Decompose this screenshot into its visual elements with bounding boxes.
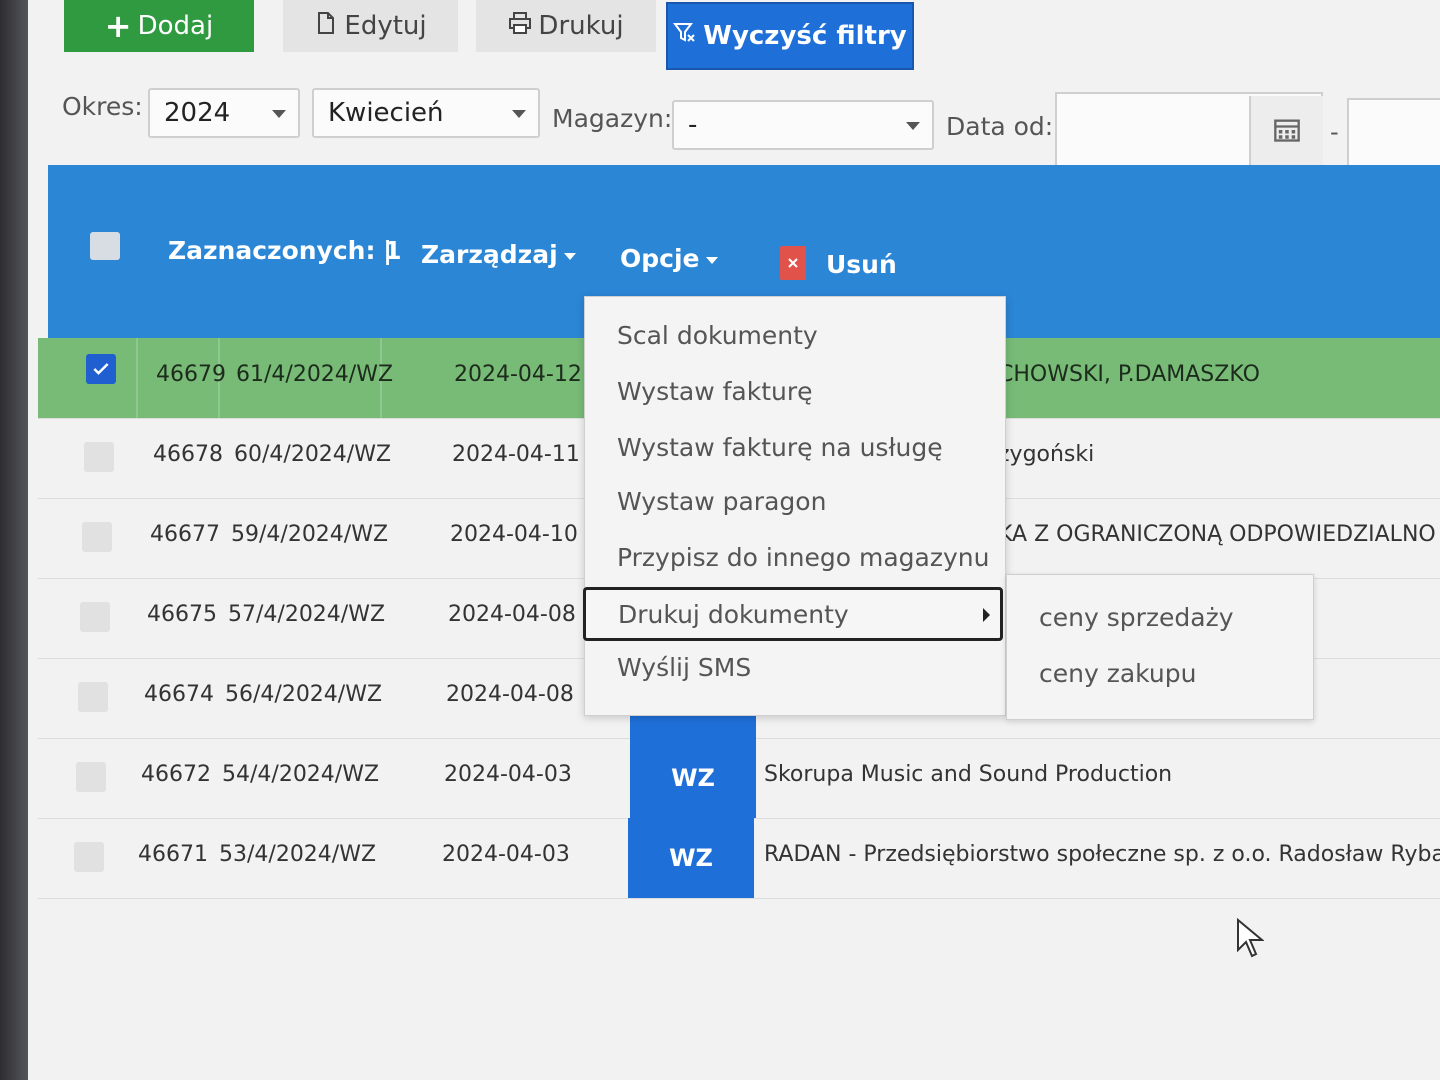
chevron-down-icon bbox=[906, 122, 920, 130]
print-submenu: ceny sprzedaży ceny zakupu bbox=[1006, 574, 1314, 720]
row-checkbox[interactable] bbox=[74, 842, 104, 872]
selected-count: Zaznaczonych: 1 bbox=[168, 236, 402, 265]
menu-item-issue-invoice[interactable]: Wystaw fakturę bbox=[617, 377, 813, 406]
doc-type-badge: WZ bbox=[630, 738, 756, 818]
row-id: 46679 bbox=[156, 362, 226, 387]
row-date: 2024-04-11 bbox=[452, 442, 580, 467]
date-from-label: Data od: bbox=[946, 112, 1054, 141]
warehouse-select-value: - bbox=[688, 110, 698, 140]
chevron-down-icon bbox=[512, 110, 526, 118]
trash-icon[interactable] bbox=[780, 246, 806, 280]
row-client: CHOWSKI, P.DAMASZKO bbox=[998, 362, 1260, 387]
menu-item-assign-warehouse[interactable]: Przypisz do innego magazynu bbox=[617, 543, 989, 572]
row-date: 2024-04-12 bbox=[454, 362, 582, 387]
plus-icon: + bbox=[104, 7, 132, 45]
submenu-item-sale-prices[interactable]: ceny sprzedaży bbox=[1039, 603, 1234, 632]
manage-dropdown[interactable]: Zarządzaj bbox=[421, 240, 576, 269]
options-label: Opcje bbox=[620, 244, 700, 273]
warehouse-label: Magazyn: bbox=[552, 104, 673, 133]
clear-filters-button[interactable]: Wyczyść filtry bbox=[666, 2, 914, 70]
delete-button[interactable]: Usuń bbox=[826, 250, 897, 279]
row-id: 46674 bbox=[144, 682, 214, 707]
row-checkbox[interactable] bbox=[86, 354, 116, 384]
row-client: RADAN - Przedsiębiorstwo społeczne sp. z… bbox=[764, 842, 1440, 867]
menu-item-print-documents[interactable]: Drukuj dokumenty bbox=[583, 587, 1003, 641]
manage-label: Zarządzaj bbox=[421, 240, 558, 269]
row-client: zygoński bbox=[998, 442, 1095, 467]
print-button[interactable]: Drukuj bbox=[476, 0, 656, 52]
row-id: 46678 bbox=[153, 442, 223, 467]
row-number: 60/4/2024/WZ bbox=[234, 442, 392, 467]
row-date: 2024-04-08 bbox=[446, 682, 574, 707]
screen-bezel bbox=[0, 0, 28, 1080]
edit-button-label: Edytuj bbox=[344, 11, 427, 41]
mouse-cursor-icon bbox=[1236, 917, 1265, 962]
select-all-checkbox[interactable] bbox=[90, 232, 120, 260]
options-menu: Scal dokumenty Wystaw fakturę Wystaw fak… bbox=[583, 296, 1006, 716]
row-checkbox[interactable] bbox=[84, 442, 114, 472]
row-number: 59/4/2024/WZ bbox=[231, 522, 389, 547]
document-icon bbox=[314, 11, 338, 42]
row-date: 2024-04-10 bbox=[450, 522, 578, 547]
row-client: KA Z OGRANICZONĄ ODPOWIEDZIALNO bbox=[998, 522, 1436, 547]
date-range-separator: - bbox=[1330, 118, 1339, 146]
row-checkbox[interactable] bbox=[76, 762, 106, 792]
row-date: 2024-04-03 bbox=[444, 762, 572, 787]
doc-type-badge: WZ bbox=[628, 818, 754, 898]
table-row[interactable]: 46671 53/4/2024/WZ 2024-04-03 WZ RADAN -… bbox=[38, 818, 1440, 899]
row-client: Skorupa Music and Sound Production bbox=[764, 762, 1173, 787]
selected-separator: | bbox=[383, 236, 393, 265]
period-label: Okres: bbox=[62, 92, 143, 121]
page: + Dodaj Edytuj Drukuj Wyczyść filtry Okr… bbox=[28, 0, 1440, 1080]
print-button-label: Drukuj bbox=[538, 11, 624, 41]
chevron-down-icon bbox=[272, 110, 286, 118]
row-number: 53/4/2024/WZ bbox=[219, 842, 377, 867]
add-button[interactable]: + Dodaj bbox=[64, 0, 254, 52]
add-button-label: Dodaj bbox=[137, 11, 214, 41]
calendar-icon bbox=[1273, 116, 1301, 148]
row-id: 46677 bbox=[150, 522, 220, 547]
options-dropdown[interactable]: Opcje bbox=[620, 244, 718, 273]
row-checkbox[interactable] bbox=[82, 522, 112, 552]
table-row[interactable]: 46672 54/4/2024/WZ 2024-04-03 WZ Skorupa… bbox=[38, 738, 1440, 819]
row-checkbox[interactable] bbox=[80, 602, 110, 632]
row-id: 46671 bbox=[138, 842, 208, 867]
month-select[interactable]: Kwiecień bbox=[312, 88, 540, 138]
menu-item-send-sms[interactable]: Wyślij SMS bbox=[617, 653, 751, 682]
caret-down-icon bbox=[563, 252, 576, 260]
row-checkbox[interactable] bbox=[78, 682, 108, 712]
year-select-value: 2024 bbox=[164, 98, 231, 128]
row-number: 61/4/2024/WZ bbox=[236, 362, 394, 387]
menu-item-print-documents-label: Drukuj dokumenty bbox=[618, 599, 849, 629]
row-number: 57/4/2024/WZ bbox=[228, 602, 386, 627]
row-id: 46672 bbox=[141, 762, 211, 787]
year-select[interactable]: 2024 bbox=[148, 88, 300, 138]
clear-filters-label: Wyczyść filtry bbox=[703, 21, 907, 51]
chevron-right-icon bbox=[983, 608, 990, 622]
filter-clear-icon bbox=[673, 21, 697, 52]
row-id: 46675 bbox=[147, 602, 217, 627]
menu-item-merge-documents[interactable]: Scal dokumenty bbox=[617, 321, 818, 350]
menu-item-issue-service-invoice[interactable]: Wystaw fakturę na usługę bbox=[617, 433, 943, 462]
submenu-item-purchase-prices[interactable]: ceny zakupu bbox=[1039, 659, 1196, 688]
menu-item-issue-receipt[interactable]: Wystaw paragon bbox=[617, 487, 826, 516]
month-select-value: Kwiecień bbox=[328, 98, 444, 128]
date-to-input[interactable] bbox=[1347, 98, 1440, 172]
row-number: 56/4/2024/WZ bbox=[225, 682, 383, 707]
edit-button[interactable]: Edytuj bbox=[283, 0, 458, 52]
calendar-button[interactable] bbox=[1249, 96, 1323, 168]
row-date: 2024-04-08 bbox=[448, 602, 576, 627]
warehouse-select[interactable]: - bbox=[672, 100, 934, 150]
row-date: 2024-04-03 bbox=[442, 842, 570, 867]
column-divider bbox=[136, 338, 138, 418]
caret-down-icon bbox=[705, 256, 718, 264]
row-number: 54/4/2024/WZ bbox=[222, 762, 380, 787]
printer-icon bbox=[508, 11, 532, 42]
